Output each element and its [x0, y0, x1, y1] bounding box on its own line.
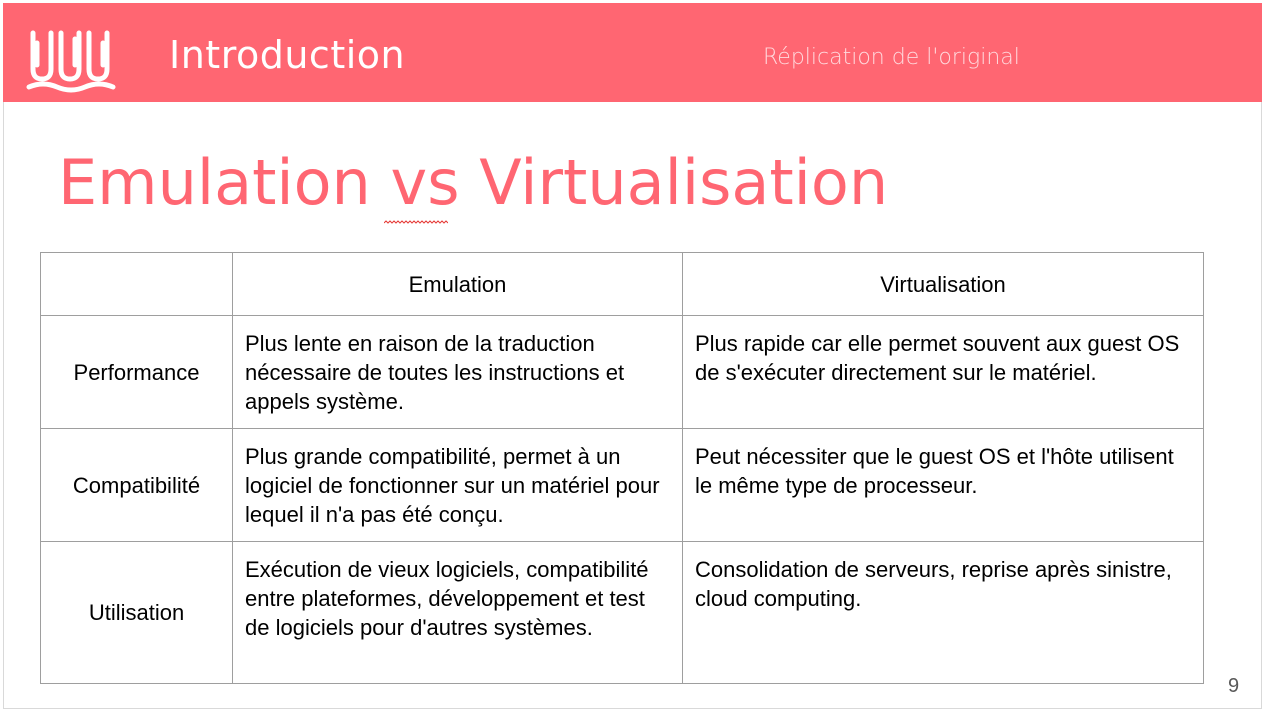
cell-compatibilite-virtualisation: Peut nécessiter que le guest OS et l'hôt… — [682, 428, 1204, 542]
cell-performance-virtualisation: Plus rapide car elle permet souvent aux … — [682, 315, 1204, 429]
table-row: Compatibilité Plus grande compatibilité,… — [40, 428, 1204, 542]
header-band: Introduction Réplication de l'original — [3, 3, 1262, 102]
squiggle-logo-icon — [26, 30, 116, 93]
table-row: Performance Plus lente en raison de la t… — [40, 315, 1204, 429]
slide-title: Emulation vs Virtualisation — [58, 146, 889, 219]
cell-compatibilite-emulation: Plus grande compatibilité, permet à un l… — [232, 428, 683, 542]
table-row: Utilisation Exécution de vieux logiciels… — [40, 541, 1204, 684]
header-subtitle: Réplication de l'original — [763, 45, 1020, 70]
row-label-compatibilite: Compatibilité — [40, 428, 233, 542]
spellcheck-underline — [384, 220, 448, 224]
cell-performance-emulation: Plus lente en raison de la traduction né… — [232, 315, 683, 429]
comparison-table: Emulation Virtualisation Performance Plu… — [40, 252, 1204, 684]
section-title: Introduction — [169, 33, 406, 77]
table-header-row: Emulation Virtualisation — [40, 252, 1204, 316]
column-header-virtualisation: Virtualisation — [682, 252, 1204, 316]
table-corner-cell — [40, 252, 233, 316]
cell-utilisation-virtualisation: Consolidation de serveurs, reprise après… — [682, 541, 1204, 684]
page-number: 9 — [1228, 675, 1240, 697]
row-label-utilisation: Utilisation — [40, 541, 233, 684]
column-header-emulation: Emulation — [232, 252, 683, 316]
row-label-performance: Performance — [40, 315, 233, 429]
cell-utilisation-emulation: Exécution de vieux logiciels, compatibil… — [232, 541, 683, 684]
